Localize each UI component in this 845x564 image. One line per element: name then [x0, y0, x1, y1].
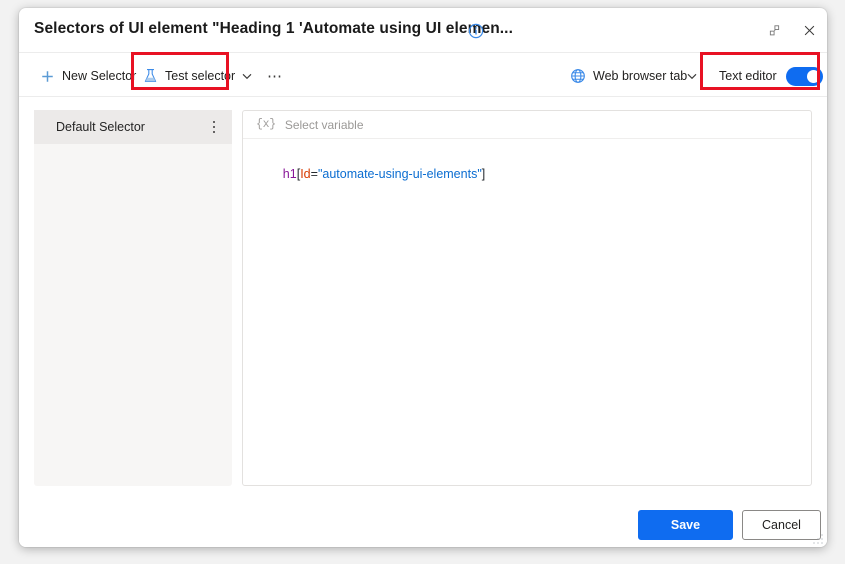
ellipsis-horizontal-icon: ⋯: [267, 68, 284, 85]
code-token-equals: =: [310, 167, 318, 181]
text-editor-toggle-group[interactable]: Text editor: [713, 61, 827, 91]
more-vertical-icon[interactable]: [206, 118, 222, 136]
web-browser-tab-dropdown-caret[interactable]: [680, 61, 704, 91]
new-selector-label: New Selector: [62, 69, 137, 83]
dialog-title: Selectors of UI element "Heading 1 'Auto…: [34, 20, 513, 37]
web-browser-tab-label: Web browser tab: [593, 69, 688, 83]
web-browser-tab-button[interactable]: Web browser tab: [564, 61, 693, 91]
toggle-knob: [806, 69, 820, 83]
dialog-body: Default Selector {x} Select variable h1[…: [19, 97, 827, 547]
dialog-toolbar: New Selector Test selector ⋯ Web browser…: [19, 52, 827, 97]
globe-icon: [570, 68, 586, 84]
flask-icon: [143, 68, 158, 84]
test-selector-label: Test selector: [165, 69, 236, 83]
toolbar-overflow-button[interactable]: ⋯: [261, 61, 290, 91]
select-variable-bar[interactable]: {x} Select variable: [243, 111, 811, 139]
cancel-button[interactable]: Cancel: [742, 510, 821, 540]
new-selector-button[interactable]: New Selector: [34, 61, 142, 91]
dialog-footer: Save Cancel: [19, 501, 827, 547]
selector-editor-panel: {x} Select variable h1[Id="automate-usin…: [242, 110, 812, 486]
dialog-titlebar: Selectors of UI element "Heading 1 'Auto…: [19, 8, 827, 52]
list-item[interactable]: Default Selector: [34, 110, 232, 144]
selectors-dialog: Selectors of UI element "Heading 1 'Auto…: [19, 8, 827, 547]
code-token-bracket-close: ]: [481, 167, 486, 181]
test-selector-button[interactable]: Test selector: [137, 61, 241, 91]
close-x-icon[interactable]: [794, 17, 824, 43]
selector-code-editor[interactable]: h1[Id="automate-using-ui-elements"]: [243, 139, 811, 485]
resize-grip[interactable]: [812, 532, 824, 544]
plus-icon: [40, 69, 55, 84]
chevron-down-icon: [686, 70, 698, 82]
selector-list-panel: Default Selector: [34, 110, 232, 486]
save-button[interactable]: Save: [638, 510, 733, 540]
text-editor-toggle[interactable]: [785, 66, 823, 86]
code-token-tag: h1: [282, 167, 297, 181]
code-token-value: "automate-using-ui-elements": [317, 167, 482, 181]
select-variable-label: Select variable: [284, 117, 364, 132]
code-token-attribute: Id: [300, 167, 311, 181]
variable-glyph-icon: {x}: [256, 118, 276, 131]
expand-diagonal-icon[interactable]: [759, 17, 789, 43]
info-circle-icon[interactable]: [468, 23, 484, 39]
selector-item-label: Default Selector: [56, 120, 145, 134]
chevron-down-icon: [241, 70, 253, 82]
text-editor-label: Text editor: [719, 69, 777, 83]
test-selector-dropdown-caret[interactable]: [235, 61, 259, 91]
